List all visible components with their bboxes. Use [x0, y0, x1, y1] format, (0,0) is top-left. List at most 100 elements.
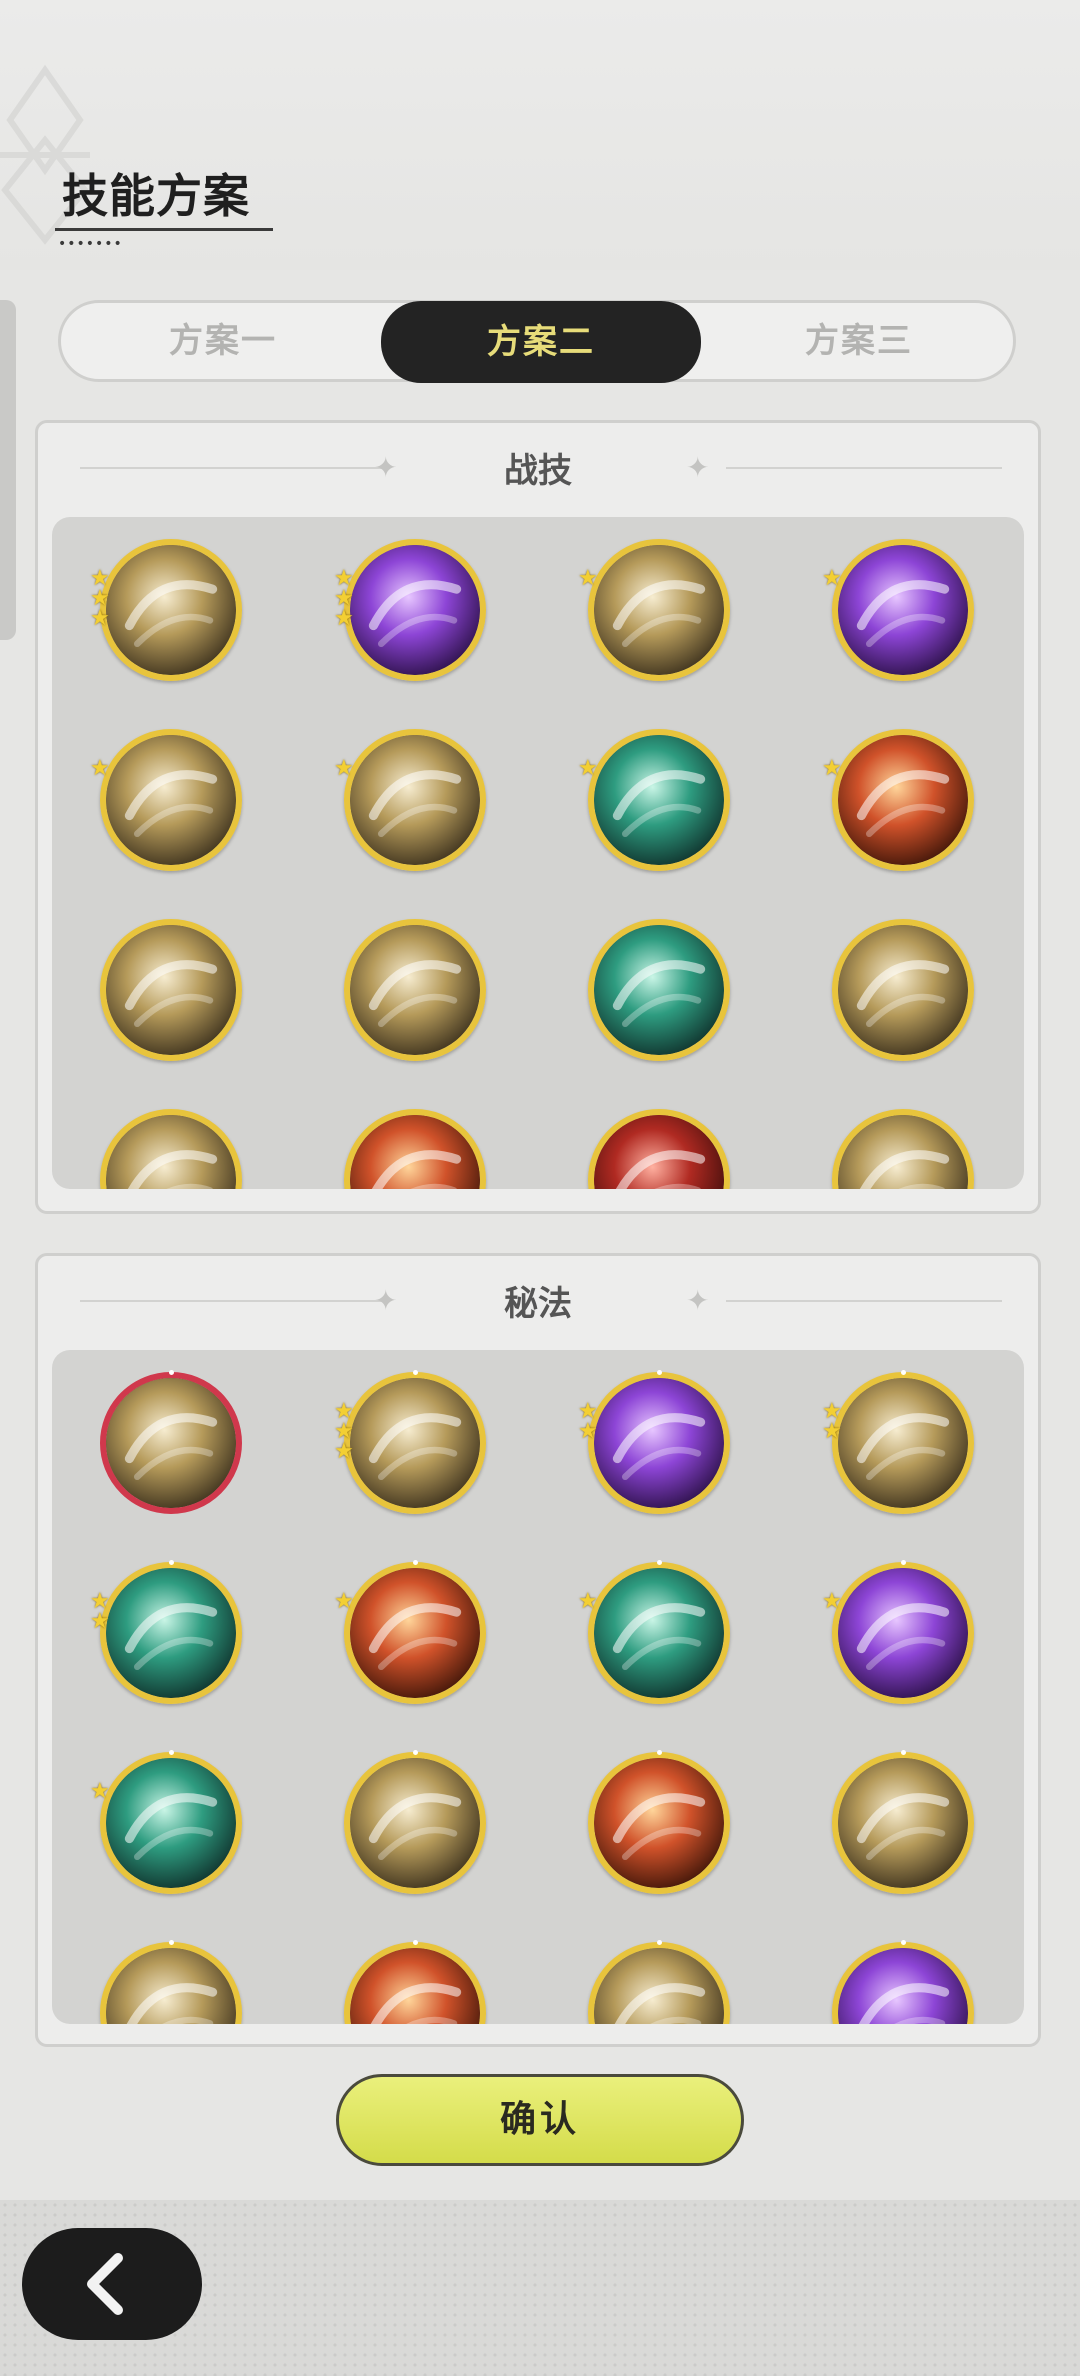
- title-underline: [55, 228, 273, 231]
- star-icon: ★: [578, 1589, 598, 1614]
- skill-icon-button[interactable]: ★: [578, 725, 734, 875]
- skill-icon-button[interactable]: ★ ★: [578, 1368, 734, 1518]
- sparkle-icon: ✦: [686, 451, 710, 484]
- dagger-icon: [344, 1372, 486, 1514]
- skill-icon-button[interactable]: [96, 1105, 246, 1189]
- skill-icon-button[interactable]: [340, 1748, 490, 1898]
- top-pip: [657, 1940, 662, 1945]
- top-pip: [657, 1560, 662, 1565]
- tab-plan-2[interactable]: 方案二: [381, 301, 701, 383]
- skill-icon-button[interactable]: ★ ★ ★: [334, 1368, 490, 1518]
- star-rank-icon: ★: [90, 756, 110, 781]
- wind-slash-icon: [100, 919, 242, 1061]
- star-icon: ★: [578, 756, 598, 781]
- skill-icon-button[interactable]: [96, 1368, 246, 1518]
- beast-icon: [832, 1752, 974, 1894]
- combat-skill-grid[interactable]: ★ ★ ★ ★ ★ ★ ★ ★ ★ ★ ★ ★: [52, 517, 1024, 1189]
- title-dots: •••••••: [58, 236, 123, 252]
- star-icon: ★: [334, 756, 354, 781]
- skill-icon-button[interactable]: ★: [334, 725, 490, 875]
- star-rank-icon: ★: [578, 566, 598, 591]
- skill-icon-button[interactable]: ★ ★: [90, 1558, 246, 1708]
- skill-icon-16: [832, 1109, 974, 1189]
- sword-slash-icon: [344, 729, 486, 871]
- star-icon: ★: [334, 1439, 354, 1464]
- skill-icon-button[interactable]: [584, 915, 734, 1065]
- top-pip: [169, 1370, 174, 1375]
- skill-icon-button[interactable]: [96, 915, 246, 1065]
- star-rank-icon: ★: [822, 566, 842, 591]
- top-pip: [901, 1370, 906, 1375]
- top-pip: [413, 1560, 418, 1565]
- star-icon: ★: [90, 606, 110, 631]
- skill-icon-button[interactable]: ★: [822, 1558, 978, 1708]
- star-rank-icon: ★: [334, 756, 354, 781]
- skill-icon-button[interactable]: [828, 1938, 978, 2024]
- star-icon: ★: [334, 1589, 354, 1614]
- skill-icon-button[interactable]: ★: [822, 725, 978, 875]
- confirm-button[interactable]: 确认: [336, 2074, 744, 2166]
- star-rank-icon: ★: [90, 1781, 110, 1803]
- fire-ring-icon: [832, 729, 974, 871]
- skill-icon-button[interactable]: ★: [334, 1558, 490, 1708]
- heal-circle-icon: [588, 1562, 730, 1704]
- top-pip: [169, 1750, 174, 1755]
- skill-icon-14: [344, 1109, 486, 1189]
- skill-icon-13: [100, 1109, 242, 1189]
- top-pip: [901, 1750, 906, 1755]
- skill-icon-button[interactable]: ★ ★ ★: [90, 535, 246, 685]
- cross-strike-icon: [832, 919, 974, 1061]
- star-icon: ★: [822, 1419, 842, 1444]
- skill-icon-button[interactable]: [584, 1938, 734, 2024]
- top-pip: [413, 1940, 418, 1945]
- star-icon: ★: [822, 566, 842, 591]
- skill-icon-button[interactable]: [340, 1938, 490, 2024]
- skill-icon-button[interactable]: ★: [578, 535, 734, 685]
- skill-icon-button[interactable]: ★ ★: [822, 1368, 978, 1518]
- star-rank-icon: ★ ★: [578, 1401, 598, 1444]
- top-pip: [901, 1560, 906, 1565]
- skill-icon-button[interactable]: [340, 915, 490, 1065]
- skill-icon-button[interactable]: [584, 1105, 734, 1189]
- secret-skill-grid[interactable]: ★ ★ ★ ★ ★ ★ ★ ★ ★ ★ ★ ★ ★: [52, 1350, 1024, 2024]
- skill-icon-button[interactable]: ★ ★ ★: [334, 535, 490, 685]
- tab-plan-3[interactable]: 方案三: [699, 303, 1019, 379]
- skill-icon-button[interactable]: ★: [578, 1558, 734, 1708]
- maple-leaf-icon: [100, 1372, 242, 1514]
- tab-plan-1[interactable]: 方案一: [63, 303, 383, 379]
- skill-icon-button[interactable]: [828, 915, 978, 1065]
- skill-icon-button[interactable]: ★: [822, 535, 978, 685]
- star-icon: ★: [90, 756, 110, 781]
- star-icon: ★: [90, 1609, 110, 1634]
- top-pip: [413, 1370, 418, 1375]
- skill-icon-button[interactable]: [828, 1105, 978, 1189]
- top-pip: [657, 1750, 662, 1755]
- top-pip: [413, 1750, 418, 1755]
- chevron-left-icon: [87, 2253, 123, 2315]
- teal-greatsword-icon: [588, 729, 730, 871]
- star-rank-icon: ★ ★ ★: [334, 1401, 354, 1464]
- skill-icon-button[interactable]: [584, 1748, 734, 1898]
- header-divider-right: [726, 1300, 1002, 1302]
- teal-blade-icon: [100, 1752, 242, 1894]
- skill-icon-button[interactable]: [96, 1938, 246, 2024]
- red-fist-icon: [344, 1562, 486, 1704]
- purple-flame-icon: [588, 1372, 730, 1514]
- skill-icon-button[interactable]: [828, 1748, 978, 1898]
- silver-spiral-icon: [588, 539, 730, 681]
- star-rank-icon: ★ ★ ★: [90, 568, 110, 631]
- star-icon: ★: [578, 566, 598, 591]
- skill-icon-13b: [100, 1942, 242, 2024]
- skill-icon-button[interactable]: ★: [90, 1748, 246, 1898]
- star-rank-icon: ★: [334, 1589, 354, 1614]
- combat-panel-header: ✦ 战技 ✦: [38, 423, 1038, 517]
- skill-icon-button[interactable]: [340, 1105, 490, 1189]
- back-button[interactable]: [22, 2228, 202, 2340]
- skill-icon-button[interactable]: ★: [90, 725, 246, 875]
- side-scroll-handle[interactable]: [0, 300, 16, 640]
- crescent-wave-icon: [588, 919, 730, 1061]
- star-icon: ★: [822, 756, 842, 781]
- top-pip: [169, 1940, 174, 1945]
- star-icon: ★: [578, 1419, 598, 1444]
- star-rank-icon: ★ ★: [822, 1401, 842, 1444]
